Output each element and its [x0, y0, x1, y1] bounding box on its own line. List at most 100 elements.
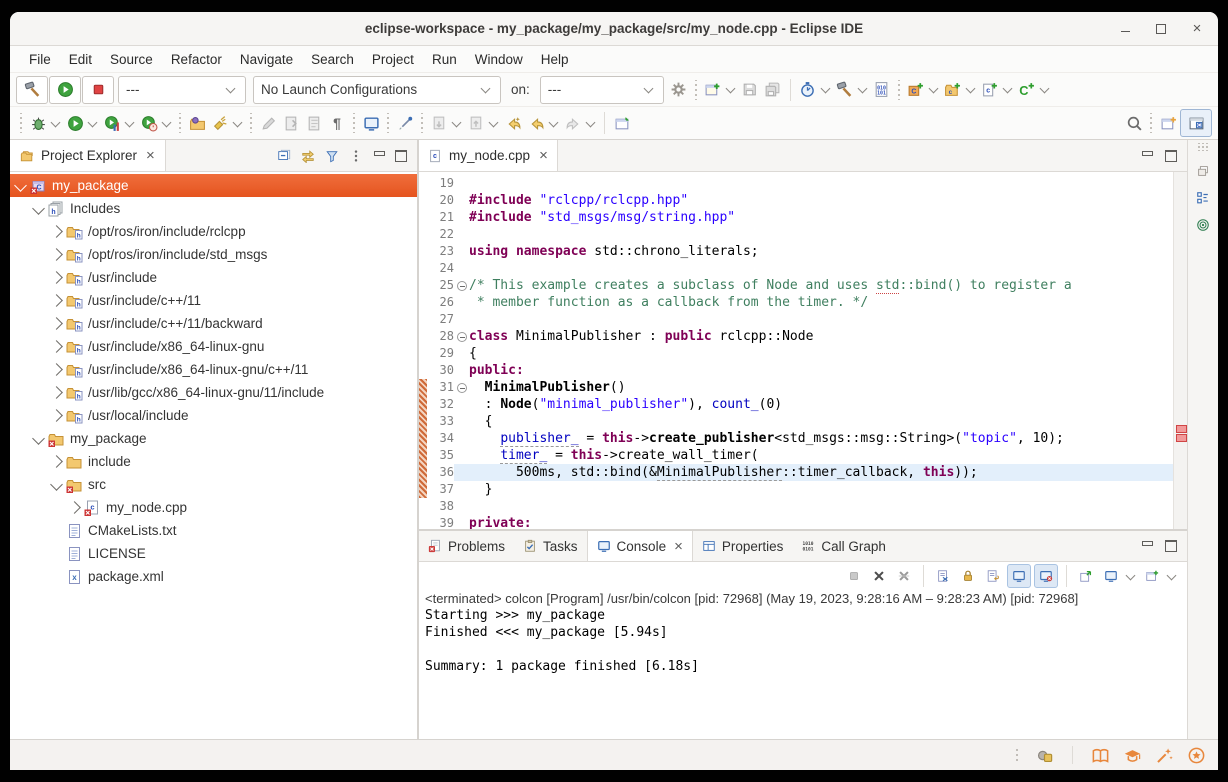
- tree-item[interactable]: h/opt/ros/iron/include/rclcpp: [10, 220, 417, 243]
- open-element-button[interactable]: [186, 111, 208, 135]
- pin-editor-button[interactable]: [611, 111, 633, 135]
- save-all-button[interactable]: [762, 78, 784, 102]
- chevron-right-icon[interactable]: [50, 248, 63, 261]
- chevron-down-icon[interactable]: [1039, 84, 1049, 94]
- code-line[interactable]: 35 timer_ = this->create_wall_timer(: [419, 447, 1187, 464]
- terminate-button[interactable]: [843, 565, 865, 587]
- code-line[interactable]: 27: [419, 311, 1187, 328]
- back-button[interactable]: [525, 111, 547, 135]
- chevron-down-icon[interactable]: [125, 117, 135, 127]
- chevron-down-icon[interactable]: [452, 117, 462, 127]
- open-new-console-button[interactable]: [1141, 565, 1163, 587]
- chevron-right-icon[interactable]: [50, 317, 63, 330]
- tree-item[interactable]: h/usr/include/c++/11/backward: [10, 312, 417, 335]
- graduation-cap-icon[interactable]: [1123, 746, 1142, 765]
- toolbar-grip[interactable]: [419, 113, 425, 133]
- code-line[interactable]: 30public:: [419, 362, 1187, 379]
- code-line[interactable]: 19: [419, 175, 1187, 192]
- run-last-button[interactable]: [64, 111, 86, 135]
- console-output[interactable]: Starting >>> my_package Finished <<< my_…: [419, 606, 1187, 739]
- chevron-down-icon[interactable]: [32, 202, 45, 215]
- overview-ruler[interactable]: [1173, 172, 1187, 529]
- book-icon[interactable]: [1091, 746, 1110, 765]
- code-line[interactable]: 26 * member function as a callback from …: [419, 294, 1187, 311]
- chevron-down-icon[interactable]: [233, 117, 243, 127]
- code-line[interactable]: 29{: [419, 345, 1187, 362]
- show-whitespace-button[interactable]: ¶: [326, 111, 348, 135]
- back-to-last-edit-button[interactable]: [502, 111, 524, 135]
- profile-button[interactable]: [138, 111, 160, 135]
- toolbar-grip[interactable]: [18, 113, 24, 133]
- chevron-down-icon[interactable]: [50, 478, 63, 491]
- menu-refactor[interactable]: Refactor: [162, 46, 231, 72]
- tree-item[interactable]: h/usr/include/c++/11: [10, 289, 417, 312]
- error-marker-icon[interactable]: [1176, 425, 1187, 433]
- chevron-down-icon[interactable]: [586, 117, 596, 127]
- menu-navigate[interactable]: Navigate: [231, 46, 302, 72]
- toolbar-grip[interactable]: [1148, 113, 1154, 133]
- save-button[interactable]: [739, 78, 761, 102]
- chevron-down-icon[interactable]: [549, 117, 559, 127]
- tree-item[interactable]: h/opt/ros/iron/include/std_msgs: [10, 243, 417, 266]
- code-line[interactable]: 25/* This example creates a subclass of …: [419, 277, 1187, 294]
- new-c-file-button[interactable]: c: [979, 78, 1001, 102]
- clear-console-button[interactable]: [932, 565, 954, 587]
- chevron-right-icon[interactable]: [50, 271, 63, 284]
- close-icon[interactable]: ×: [146, 147, 155, 164]
- open-console-link-button[interactable]: [1075, 565, 1097, 587]
- code-line[interactable]: 39private:: [419, 515, 1187, 529]
- filter-icon[interactable]: [325, 149, 339, 163]
- fold-collapse-icon[interactable]: [455, 379, 469, 396]
- tree-item[interactable]: h/usr/include/x86_64-linux-gnu: [10, 335, 417, 358]
- remove-all-terminated-button[interactable]: [893, 565, 915, 587]
- tab-my-node-cpp[interactable]: c my_node.cpp ×: [419, 140, 558, 171]
- toolbar-grip[interactable]: [177, 113, 183, 133]
- profiling-stopwatch-button[interactable]: [797, 78, 819, 102]
- tab-project-explorer[interactable]: Project Explorer ×: [10, 140, 166, 171]
- mark-occurrences-button[interactable]: [257, 111, 279, 135]
- code-line[interactable]: 24: [419, 260, 1187, 277]
- tree-item[interactable]: include: [10, 450, 417, 473]
- cpp-perspective-button[interactable]: C: [1180, 109, 1212, 137]
- maximize-view-icon[interactable]: [1165, 150, 1177, 162]
- view-menu-icon[interactable]: [349, 149, 363, 163]
- display-selected-console-button[interactable]: [1100, 565, 1122, 587]
- next-annotation-button[interactable]: [280, 111, 302, 135]
- stop-button[interactable]: [82, 76, 114, 104]
- tab-tasks[interactable]: Tasks: [514, 531, 587, 561]
- whats-new-hand-icon[interactable]: [1035, 746, 1054, 765]
- toolbar-grip[interactable]: [351, 113, 357, 133]
- chevron-down-icon[interactable]: [51, 117, 61, 127]
- block-selection-button[interactable]: [394, 111, 416, 135]
- launch-settings-gear-icon[interactable]: [668, 78, 690, 102]
- code-line[interactable]: 38: [419, 498, 1187, 515]
- last-edit-location-button[interactable]: [428, 111, 450, 135]
- menu-file[interactable]: File: [20, 46, 60, 72]
- menu-project[interactable]: Project: [363, 46, 423, 72]
- title-bar[interactable]: eclipse-workspace - my_package/my_packag…: [10, 12, 1218, 46]
- link-with-editor-icon[interactable]: [301, 149, 315, 163]
- toolbar-grip[interactable]: [693, 80, 699, 100]
- restore-views-icon[interactable]: [1196, 164, 1210, 178]
- chevron-right-icon[interactable]: [50, 386, 63, 399]
- word-wrap-button[interactable]: [982, 565, 1004, 587]
- build-target-view-icon[interactable]: [1196, 218, 1210, 232]
- show-console-on-stdout-button[interactable]: [1007, 564, 1031, 588]
- chevron-down-icon[interactable]: [857, 84, 867, 94]
- tree-item[interactable]: h/usr/include/x86_64-linux-gnu/c++/11: [10, 358, 417, 381]
- launch-config-combo[interactable]: No Launch Configurations: [253, 76, 501, 104]
- chevron-down-icon[interactable]: [489, 117, 499, 127]
- maximize-view-icon[interactable]: [395, 150, 407, 162]
- tab-console[interactable]: Console×: [587, 531, 693, 561]
- chevron-right-icon[interactable]: [68, 501, 81, 514]
- code-line[interactable]: 22: [419, 226, 1187, 243]
- chevron-down-icon[interactable]: [1126, 570, 1136, 580]
- previous-edit-location-button[interactable]: [465, 111, 487, 135]
- search-button[interactable]: [1123, 111, 1145, 135]
- close-icon[interactable]: ×: [539, 147, 548, 164]
- code-line[interactable]: 20#include "rclcpp/rclcpp.hpp": [419, 192, 1187, 209]
- remove-launch-button[interactable]: [868, 565, 890, 587]
- minimize-view-icon[interactable]: [1141, 540, 1153, 552]
- build-all-button[interactable]: [834, 78, 856, 102]
- tree-item[interactable]: my_package: [10, 427, 417, 450]
